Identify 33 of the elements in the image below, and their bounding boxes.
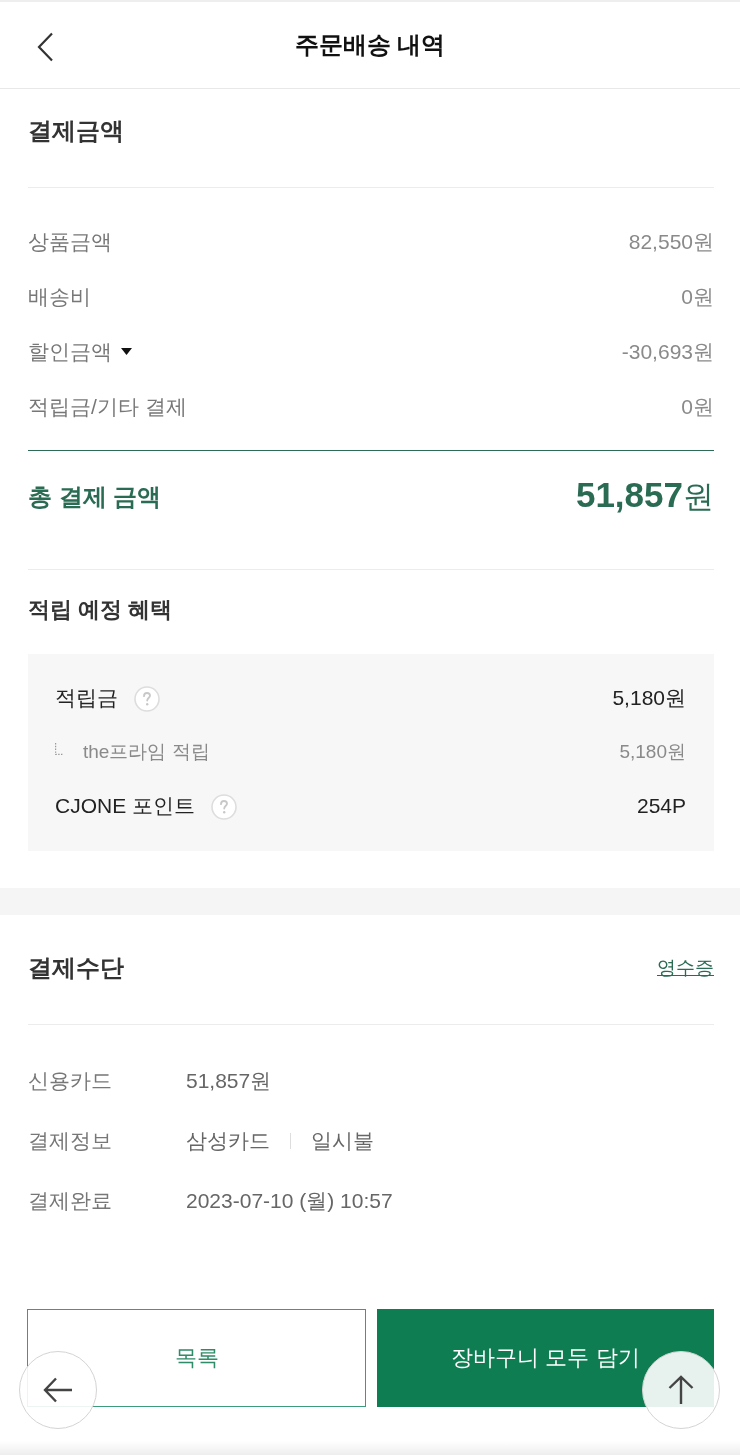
payment-label: 결제완료 bbox=[28, 1188, 113, 1214]
amount-value: 0원 bbox=[681, 393, 714, 420]
section-title: 결제금액 bbox=[28, 116, 125, 146]
amount-value: 82,550원 bbox=[628, 228, 714, 255]
amount-label: 상품금액 bbox=[28, 228, 112, 255]
receipt-link[interactable]: 영수증 bbox=[657, 955, 714, 981]
benefit-value: 5,180원 bbox=[612, 685, 686, 711]
benefit-value: 254P bbox=[636, 794, 686, 818]
total-label: 총 결제 금액 bbox=[28, 481, 162, 512]
amount-value: 0원 bbox=[681, 283, 714, 310]
payment-value: 2023-07-10 (월) 10:57 bbox=[186, 1188, 393, 1214]
amount-value: -30,693원 bbox=[621, 338, 714, 365]
section-title: 결제수단 bbox=[28, 953, 124, 983]
add-all-to-cart-button[interactable]: 장바구니 모두 담기 bbox=[377, 1309, 714, 1407]
amount-label: 적립금/기타 결제 bbox=[28, 393, 187, 420]
benefit-sub-label: the프라임 적립 bbox=[83, 740, 210, 764]
benefit-label: 적립금 bbox=[55, 685, 118, 711]
payment-value: 삼성카드 bbox=[186, 1128, 270, 1154]
payment-label: 신용카드 bbox=[28, 1068, 113, 1094]
amount-label: 배송비 bbox=[28, 283, 91, 310]
arrow-left-icon bbox=[43, 1377, 73, 1403]
payment-label: 결제정보 bbox=[28, 1128, 113, 1154]
payment-value: 일시불 bbox=[311, 1128, 374, 1154]
benefit-label: CJONE 포인트 bbox=[55, 793, 195, 819]
benefit-sub-value: 5,180원 bbox=[619, 740, 686, 764]
section-title: 적립 예정 혜택 bbox=[28, 596, 174, 624]
page-title: 주문배송 내역 bbox=[294, 30, 446, 60]
tree-branch-icon bbox=[55, 743, 63, 755]
chevron-left-icon bbox=[36, 32, 54, 62]
total-amount: 51,857원 bbox=[575, 475, 714, 516]
payment-value: 51,857원 bbox=[186, 1068, 272, 1094]
arrow-up-icon bbox=[668, 1375, 694, 1405]
discount-toggle[interactable]: 할인금액 bbox=[28, 337, 132, 366]
